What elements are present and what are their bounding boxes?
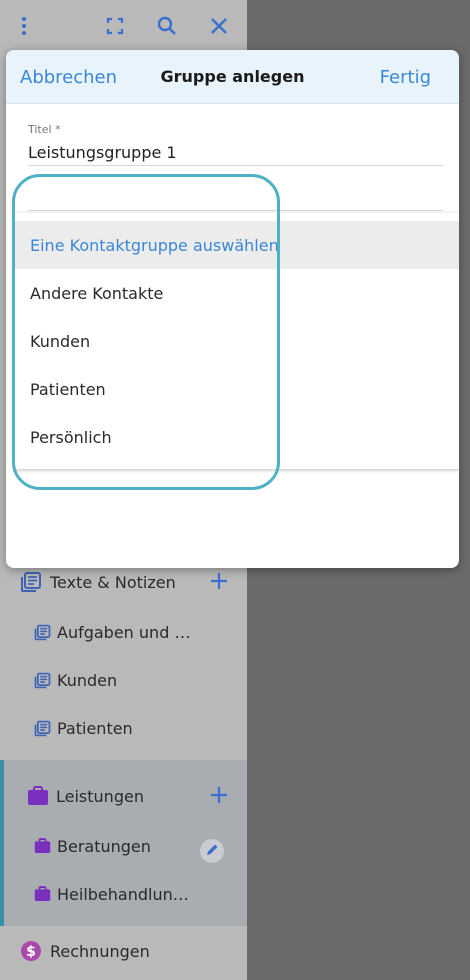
contact-group-dropdown: Eine Kontaktgruppe auswählen Andere Kont… — [14, 213, 459, 469]
contact-group-select[interactable] — [28, 185, 443, 211]
sidebar-item-label: Kunden — [57, 670, 118, 690]
dollar-icon: $ — [20, 940, 42, 966]
sidebar-item-label: Patienten — [57, 718, 133, 738]
dropdown-option-placeholder[interactable]: Eine Kontaktgruppe auswählen — [14, 221, 459, 269]
title-input[interactable] — [28, 140, 443, 166]
sidebar-item-label: Heilbehandlung... — [57, 884, 197, 904]
briefcase-icon — [34, 886, 51, 906]
sidebar-item-label: Texte & Notizen — [50, 572, 176, 592]
sidebar-item-kunden[interactable]: Kunden — [0, 656, 247, 704]
sidebar-item-label: Beratungen — [57, 836, 151, 856]
notes-icon — [34, 720, 51, 741]
notes-icon — [34, 672, 51, 693]
svg-text:$: $ — [26, 944, 36, 960]
pencil-icon — [205, 842, 219, 861]
search-icon[interactable] — [155, 14, 179, 38]
done-button[interactable]: Fertig — [380, 67, 431, 88]
create-group-dialog: Abbrechen Gruppe anlegen Fertig Titel * … — [6, 50, 459, 568]
dialog-header: Abbrechen Gruppe anlegen Fertig — [6, 50, 459, 104]
dropdown-option-persoenlich[interactable]: Persönlich — [14, 413, 459, 461]
sidebar-item-leistungen[interactable]: Leistungen — [0, 772, 247, 820]
more-vertical-icon[interactable] — [12, 14, 36, 38]
dropdown-option-kunden[interactable]: Kunden — [14, 317, 459, 365]
briefcase-icon — [27, 786, 49, 810]
add-icon[interactable] — [209, 571, 229, 591]
notes-icon — [34, 624, 51, 645]
sidebar-item-rechnungen[interactable]: $ Rechnungen — [0, 927, 247, 975]
sidebar-item-heilbehandlung[interactable]: Heilbehandlung... — [0, 870, 247, 918]
sidebar-item-label: Rechnungen — [50, 941, 150, 961]
sidebar-item-label: Leistungen — [56, 786, 144, 806]
dropdown-option-andere-kontakte[interactable]: Andere Kontakte — [14, 269, 459, 317]
dropdown-option-patienten[interactable]: Patienten — [14, 365, 459, 413]
edit-button[interactable] — [200, 839, 224, 863]
briefcase-icon — [34, 838, 51, 858]
notes-icon — [20, 571, 42, 597]
sidebar-toolbar — [0, 0, 247, 50]
close-icon[interactable] — [207, 14, 231, 38]
fullscreen-icon[interactable] — [103, 14, 127, 38]
sidebar-item-patienten[interactable]: Patienten — [0, 704, 247, 752]
sidebar-item-aufgaben[interactable]: Aufgaben und T... — [0, 608, 247, 656]
add-icon[interactable] — [209, 785, 229, 805]
sidebar-item-label: Aufgaben und T... — [57, 622, 197, 642]
title-field-label: Titel * — [28, 123, 61, 136]
